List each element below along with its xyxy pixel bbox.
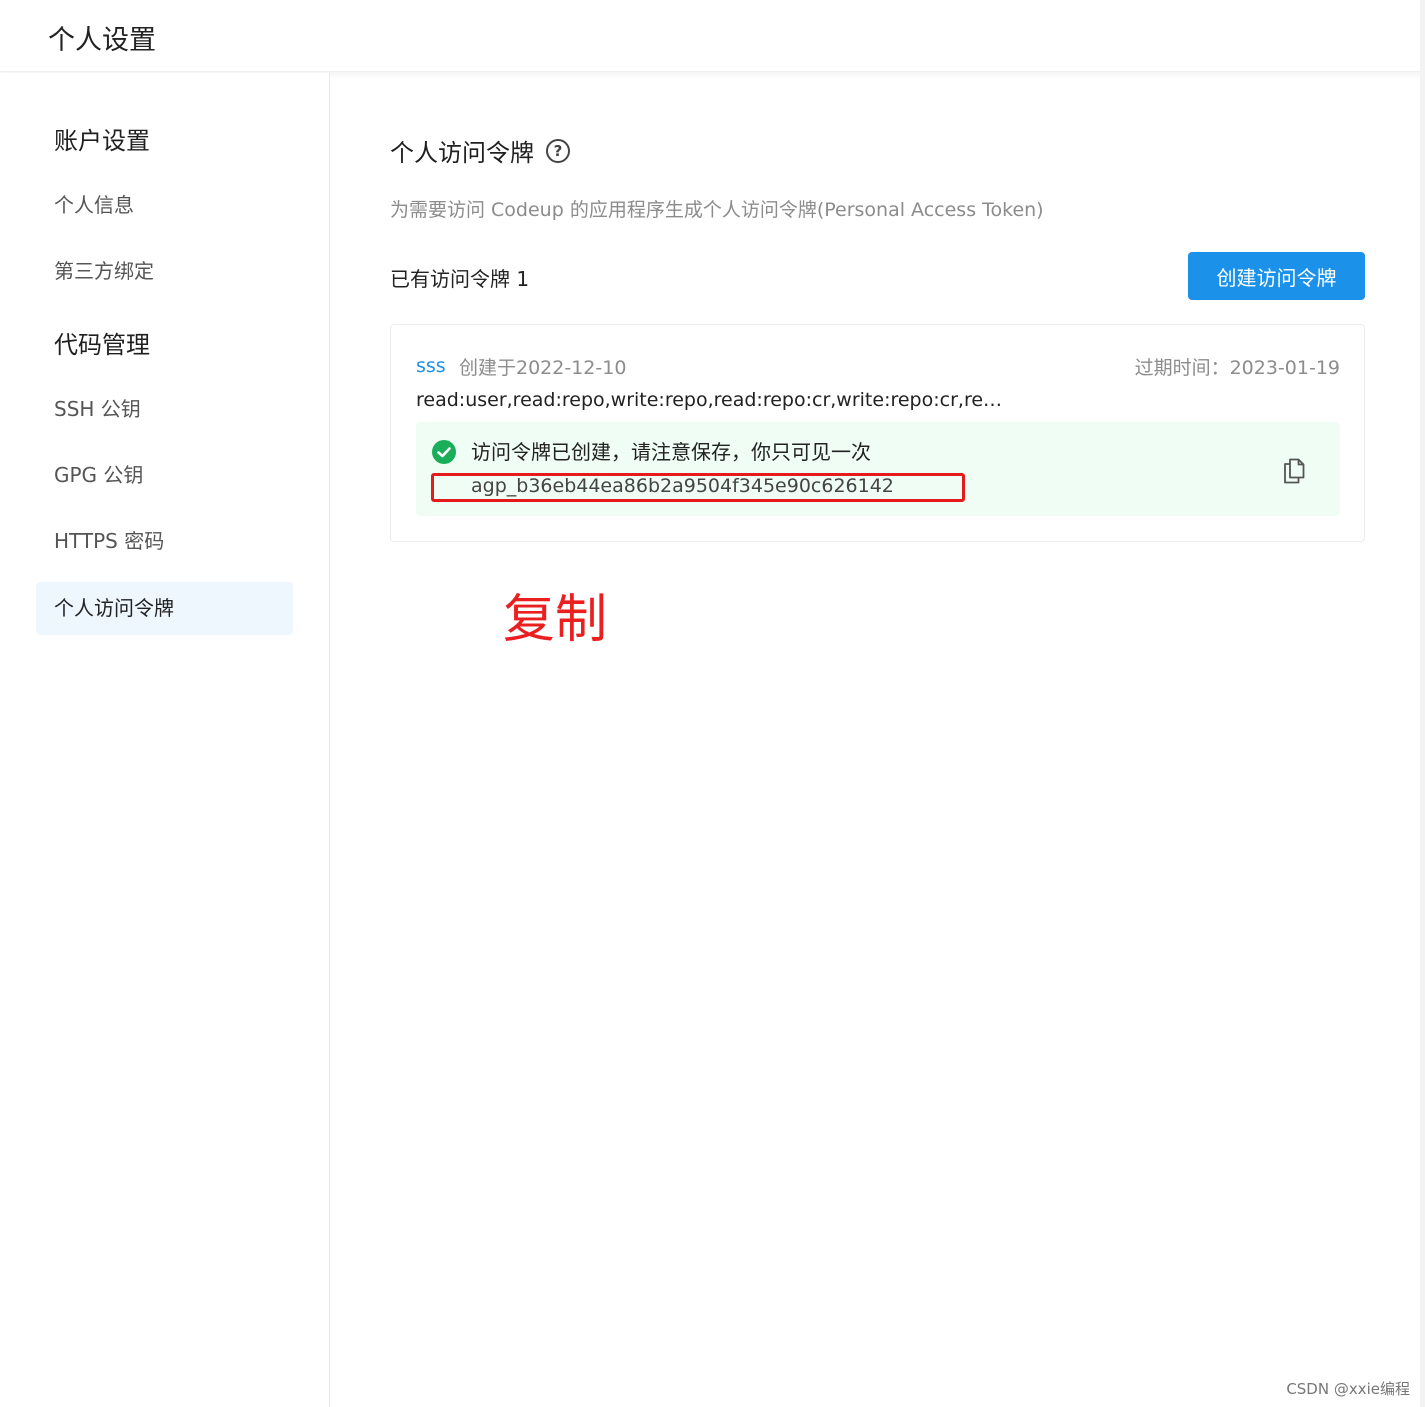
token-name: sss: [416, 355, 446, 377]
main-content: 个人访问令牌 ? 为需要访问 Codeup 的应用程序生成个人访问令牌(Pers…: [330, 73, 1425, 1407]
sidebar-item-third-party-binding[interactable]: 第三方绑定: [36, 245, 293, 298]
sidebar-section-account: 账户设置: [54, 127, 150, 155]
sidebar-item-ssh-keys[interactable]: SSH 公钥: [36, 383, 293, 436]
copy-icon[interactable]: [1282, 458, 1306, 484]
page-header-title: 个人设置: [48, 25, 156, 56]
page-description: 为需要访问 Codeup 的应用程序生成个人访问令牌(Personal Acce…: [390, 199, 1044, 221]
sidebar-item-personal-access-token[interactable]: 个人访问令牌: [36, 582, 293, 635]
watermark: CSDN @xxie编程: [1286, 1380, 1410, 1398]
top-bar: 个人设置: [0, 0, 1425, 72]
token-created-alert: 访问令牌已创建，请注意保存，你只可见一次 agp_b36eb44ea86b2a9…: [416, 422, 1340, 516]
copy-annotation: 复制: [503, 590, 608, 650]
token-created-date: 创建于2022-12-10: [459, 357, 627, 379]
check-circle-icon: [432, 440, 456, 464]
sidebar-item-https-password[interactable]: HTTPS 密码: [36, 515, 293, 568]
scrollbar[interactable]: [1420, 0, 1425, 1407]
page-title: 个人访问令牌: [390, 139, 534, 167]
sidebar-section-code-management: 代码管理: [54, 331, 150, 359]
sidebar-item-profile[interactable]: 个人信息: [36, 179, 293, 232]
settings-sidebar: 账户设置 个人信息 第三方绑定 代码管理 SSH 公钥 GPG 公钥 HTTPS…: [0, 73, 330, 1407]
token-created-message: 访问令牌已创建，请注意保存，你只可见一次: [471, 440, 871, 464]
sidebar-item-gpg-keys[interactable]: GPG 公钥: [36, 449, 293, 502]
token-count-label: 已有访问令牌 1: [390, 267, 530, 291]
question-circle-icon[interactable]: ?: [546, 139, 570, 163]
token-scopes: read:user,read:repo,write:repo,read:repo…: [416, 389, 1003, 411]
create-token-button[interactable]: 创建访问令牌: [1188, 252, 1365, 300]
token-value[interactable]: agp_b36eb44ea86b2a9504f345e90c626142: [471, 475, 894, 497]
token-expiry-date: 过期时间：2023-01-19: [1134, 357, 1340, 379]
token-card: sss 创建于2022-12-10 过期时间：2023-01-19 read:u…: [390, 324, 1365, 542]
